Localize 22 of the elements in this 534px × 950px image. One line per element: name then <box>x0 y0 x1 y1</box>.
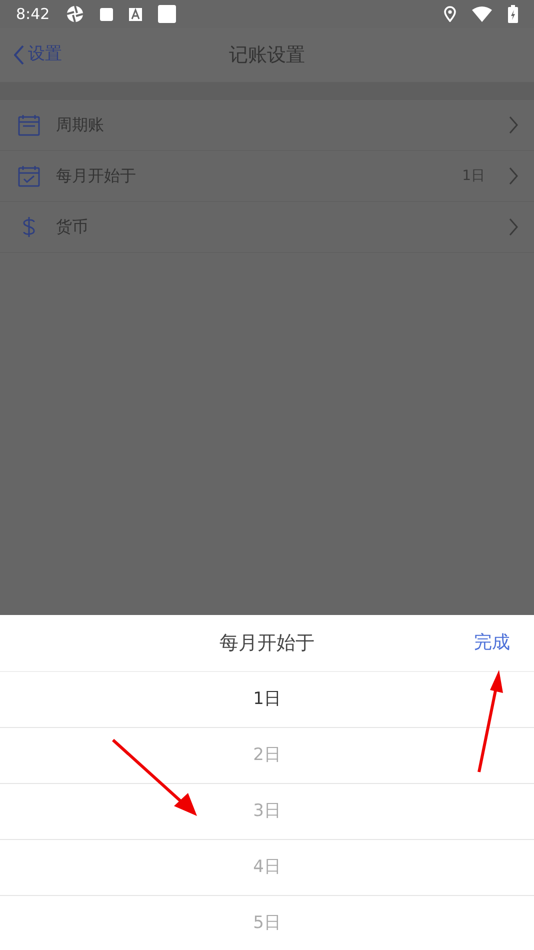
calendar-check-icon <box>18 165 40 187</box>
sheet-title: 每月开始于 <box>220 630 314 656</box>
picker-option[interactable]: 4日 <box>253 854 281 880</box>
calendar-icon <box>18 114 40 136</box>
done-button[interactable]: 完成 <box>474 629 510 656</box>
square-icon <box>158 5 176 23</box>
picker-option[interactable]: 3日 <box>253 798 281 824</box>
location-icon <box>444 6 456 22</box>
wifi-icon <box>472 6 492 22</box>
picker-option[interactable]: 2日 <box>253 742 281 768</box>
font-icon <box>128 8 142 20</box>
square-icon <box>100 8 113 20</box>
back-button[interactable]: 设置 <box>0 42 62 68</box>
picker-option[interactable]: 5日 <box>253 910 281 936</box>
chevron-right-icon <box>509 116 518 134</box>
battery-icon <box>508 5 518 23</box>
chevron-left-icon <box>14 44 24 65</box>
picker-option[interactable]: 1日 <box>253 686 281 712</box>
aperture-icon <box>66 5 84 23</box>
status-time: 8:42 <box>16 4 50 25</box>
chevron-right-icon <box>509 218 518 236</box>
chevron-right-icon <box>509 167 518 185</box>
